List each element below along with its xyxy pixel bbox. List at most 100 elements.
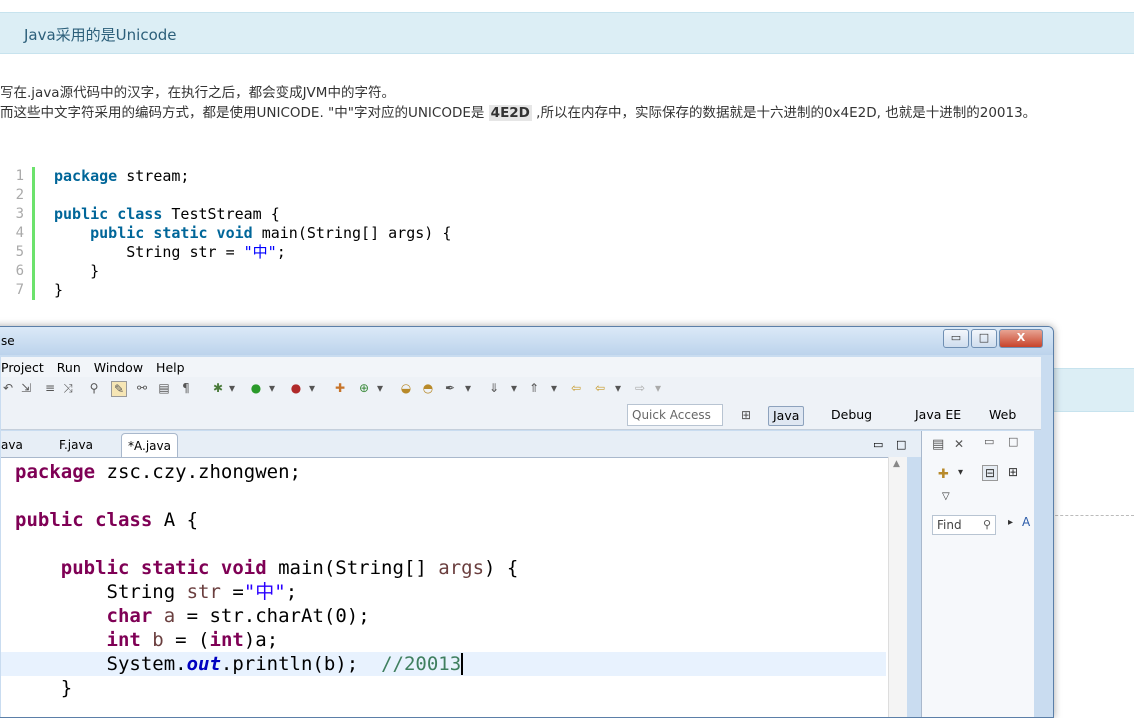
perspective-java[interactable]: Java [768,406,805,426]
keyword: int [106,629,141,651]
code-snippet: 1 2 3 4 5 6 7 package stream; public cla… [0,165,600,305]
field: out [186,653,221,675]
tab-f-java[interactable]: F.java [59,433,93,457]
last-edit-icon[interactable]: ⇦ [569,381,583,395]
scroll-up-icon[interactable]: ▲ [893,459,900,469]
code-lines: package stream; public class TestStream … [54,167,451,300]
keyword: package [54,167,118,185]
dropdown-icon[interactable]: ▾ [958,467,963,478]
menu-run[interactable]: Run [57,358,81,378]
open-type-icon[interactable]: ◒ [399,381,413,395]
dropdown-icon[interactable]: ▾ [225,381,239,395]
edit-icon[interactable]: ⇲ [19,381,33,395]
dropdown-icon[interactable]: ▾ [373,381,387,395]
divider [1040,515,1134,516]
dropdown-icon[interactable]: ▾ [611,381,625,395]
perspective-debug[interactable]: Debug [831,406,872,424]
find-field[interactable]: Find ⚲ [932,515,996,535]
maximize-icon[interactable]: □ [1008,435,1018,448]
new-task-icon[interactable]: ✚ [938,467,949,482]
open-folder-icon[interactable]: ◓ [421,381,435,395]
block-icon[interactable]: ▤ [157,381,171,395]
search-icon[interactable]: ⚲ [983,516,991,534]
keyword: int [209,629,244,651]
categorize-icon[interactable]: ⊞ [1008,465,1018,479]
code-line: public class TestStream { [54,205,451,224]
perspective-web[interactable]: Web [989,406,1016,424]
quick-access-field[interactable]: Quick Access [627,404,723,426]
menu-window[interactable]: Window [94,358,143,378]
find-placeholder: Find [937,518,962,532]
view-menu-icon[interactable]: ▽ [942,491,950,502]
editor-scrollbar[interactable]: ▲ [888,457,907,717]
line-number: 4 [15,225,24,241]
code-text: ) { [484,557,519,579]
outline-view-icon: ▤ [932,437,945,452]
minimize-button[interactable]: ▭ [943,329,969,348]
highlight-icon[interactable]: ✎ [111,381,127,397]
keyword: char [106,605,153,627]
section-header: Java采用的是Unicode [0,12,1134,54]
tab-a-java[interactable]: *A.java [121,433,178,458]
tab-java-file[interactable]: ava [1,433,23,457]
parameter: args [438,557,485,579]
code-text: String str = [54,243,244,261]
paragraph-text: 而这些中文字符采用的编码方式，都是使用UNICODE. "中"字对应的UNICO… [0,105,489,121]
pilcrow-icon[interactable]: ¶ [179,381,193,395]
editor-line: public class A { [15,508,198,532]
perspective-javaee[interactable]: Java EE [915,406,961,424]
next-annotation-icon[interactable]: ⇓ [487,381,501,395]
link-icon[interactable]: ⚯ [135,381,149,395]
maximize-icon[interactable]: □ [896,433,906,457]
back-icon[interactable]: ⇦ [593,381,607,395]
list-icon[interactable]: ≡ [43,381,57,395]
new-class-icon[interactable]: ⊕ [357,381,371,395]
code-line: } [54,281,64,299]
code-text: = [220,581,244,603]
dropdown-icon[interactable]: ▾ [461,381,475,395]
tree-icon[interactable]: ⊟ [982,465,999,481]
dropdown-icon[interactable]: ▾ [547,381,561,395]
variable: str [186,581,221,603]
line-number: 3 [15,206,24,222]
dropdown-icon[interactable]: ▾ [651,381,665,395]
code-text: )a; [243,629,279,651]
dropdown-icon[interactable]: ▾ [305,381,319,395]
expand-icon[interactable]: ▸ [1008,517,1013,528]
code-editor[interactable]: package zsc.czy.zhongwen; public class A… [1,457,901,717]
minimize-icon[interactable]: ▭ [873,433,883,457]
editor-line: System.out.println(b); //20013 [15,652,464,676]
open-perspective-icon[interactable]: ⊞ [739,408,753,422]
undo-icon[interactable]: ↶ [1,381,15,395]
close-view-icon[interactable]: ✕ [954,437,964,451]
outline-item-label[interactable]: A [1022,515,1030,529]
next-section-bar [1040,368,1134,412]
editor-line: } [15,677,73,699]
string-literal: "中" [243,581,286,603]
variable: a [152,605,176,627]
debug-icon[interactable]: ✱ [211,381,225,395]
search-icon[interactable]: ⚲ [87,381,101,395]
code-text: System. [15,653,187,675]
menu-project[interactable]: Project [1,358,44,378]
code-line: package stream; [54,167,451,186]
pen-icon[interactable]: ✒ [443,381,457,395]
close-button[interactable]: X [999,329,1043,348]
menu-help[interactable]: Help [156,358,185,378]
dropdown-icon[interactable]: ▾ [507,381,521,395]
editor-line: char a = str.charAt(0); [15,604,370,628]
dropdown-icon[interactable]: ▾ [265,381,279,395]
code-text: ; [285,581,298,603]
line-number-gutter: 1 2 3 4 5 6 7 [0,167,30,300]
highlight-code: 4E2D [488,105,532,121]
run-icon[interactable]: ● [249,381,263,395]
editor-line: public static void main(String[] args) { [15,556,519,580]
prev-annotation-icon[interactable]: ⇑ [527,381,541,395]
format-icon[interactable]: ⤨ [61,381,75,395]
keyword: public class [15,509,153,531]
minimize-icon[interactable]: ▭ [984,435,994,448]
external-tools-icon[interactable]: ● [289,381,303,395]
forward-icon[interactable]: ⇨ [633,381,647,395]
maximize-button[interactable]: □ [971,329,997,348]
new-package-icon[interactable]: ✚ [333,381,347,395]
